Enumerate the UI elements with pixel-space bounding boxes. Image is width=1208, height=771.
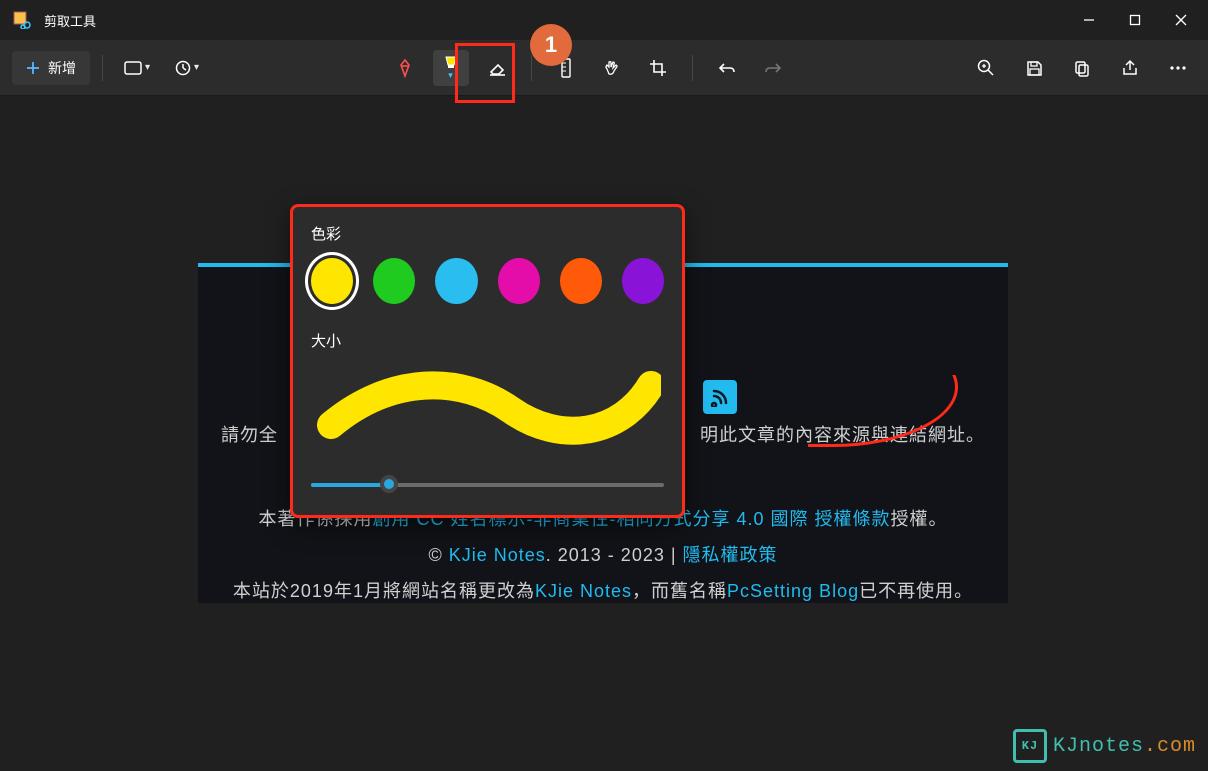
pen-icon <box>396 58 414 78</box>
crop-button[interactable] <box>640 50 676 86</box>
chevron-down-icon: ▾ <box>145 62 150 73</box>
touch-writing-button[interactable] <box>594 50 630 86</box>
eraser-tool-button[interactable] <box>479 50 515 86</box>
highlighter-options-popover: 色彩 大小 <box>290 204 685 518</box>
maximize-button[interactable] <box>1112 0 1158 40</box>
canvas-area: 請勿全 明此文章的內容來源與連結網址。 CC BY NC SA 本著作係採用創用… <box>0 96 1208 771</box>
titlebar: 剪取工具 <box>0 0 1208 40</box>
clock-icon <box>175 60 191 76</box>
chevron-down-icon: ▾ <box>448 71 453 80</box>
slider-fill <box>311 483 389 487</box>
undo-icon <box>718 60 736 76</box>
content-line-4: 本站於2019年1月將網站名稱更改為KJie Notes，而舊名稱PcSetti… <box>198 573 1008 609</box>
redo-button[interactable] <box>755 50 791 86</box>
chevron-down-icon: ▾ <box>194 62 199 73</box>
share-button[interactable] <box>1112 50 1148 86</box>
color-swatch-magenta[interactable] <box>498 258 540 304</box>
zoom-button[interactable] <box>968 50 1004 86</box>
pen-tool-button[interactable] <box>387 50 423 86</box>
watermark-icon: KJ <box>1013 729 1047 763</box>
copy-button[interactable] <box>1064 50 1100 86</box>
color-swatch-blue[interactable] <box>435 258 477 304</box>
privacy-link[interactable]: 隱私權政策 <box>683 545 778 565</box>
color-swatch-purple[interactable] <box>622 258 664 304</box>
rss-badge <box>703 380 737 414</box>
size-section-label: 大小 <box>311 330 664 351</box>
color-swatch-green[interactable] <box>373 258 415 304</box>
old-name-link[interactable]: PcSetting Blog <box>727 581 859 601</box>
share-icon <box>1121 59 1139 77</box>
highlighter-tool-button[interactable]: ▾ <box>433 50 469 86</box>
undo-button[interactable] <box>709 50 745 86</box>
content-line-3: © KJie Notes. 2013 - 2023 | 隱私權政策 <box>198 537 1008 573</box>
new-button-label: 新增 <box>48 58 76 78</box>
zoom-icon <box>977 59 995 77</box>
eraser-icon <box>487 59 507 77</box>
toolbar-center: ▾ <box>215 50 962 86</box>
color-swatch-yellow[interactable] <box>311 258 353 304</box>
rectangle-snip-icon <box>124 61 142 75</box>
watermark: KJ KJnotes.com <box>1013 729 1196 763</box>
separator <box>102 55 103 81</box>
color-swatches <box>311 258 664 304</box>
color-section-label: 色彩 <box>311 223 664 244</box>
color-swatch-orange[interactable] <box>560 258 602 304</box>
close-button[interactable] <box>1158 0 1204 40</box>
highlighter-icon <box>442 55 460 71</box>
new-button[interactable]: 新增 <box>12 51 90 85</box>
app-icon <box>8 6 36 34</box>
app-title: 剪取工具 <box>44 11 96 30</box>
watermark-text: KJnotes.com <box>1053 735 1196 758</box>
ellipsis-icon <box>1169 65 1187 71</box>
crop-icon <box>649 59 667 77</box>
stroke-preview <box>311 365 664 455</box>
minimize-button[interactable] <box>1066 0 1112 40</box>
separator <box>531 55 532 81</box>
annotation-callout-1: 1 <box>530 24 572 66</box>
separator <box>692 55 693 81</box>
save-button[interactable] <box>1016 50 1052 86</box>
plus-icon <box>26 61 40 75</box>
new-name-link[interactable]: KJie Notes <box>535 581 632 601</box>
redo-icon <box>764 60 782 76</box>
hand-icon <box>602 59 622 77</box>
site-name-link[interactable]: KJie Notes <box>449 545 546 565</box>
more-button[interactable] <box>1160 50 1196 86</box>
slider-thumb[interactable] <box>380 475 398 493</box>
save-icon <box>1025 59 1043 77</box>
delay-dropdown[interactable]: ▾ <box>165 50 209 86</box>
size-slider[interactable] <box>311 475 664 493</box>
rss-icon <box>710 387 730 407</box>
copy-icon <box>1073 59 1091 77</box>
toolbar: 新增 ▾ ▾ ▾ <box>0 40 1208 96</box>
snip-mode-dropdown[interactable]: ▾ <box>115 50 159 86</box>
toolbar-right <box>968 50 1196 86</box>
